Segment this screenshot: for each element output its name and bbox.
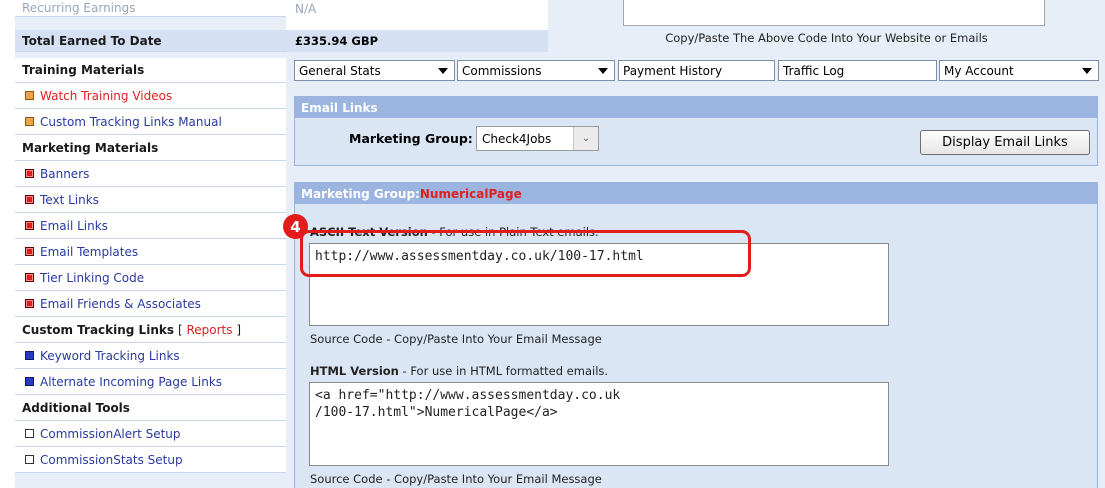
sidebar-item-email-templates[interactable]: Email Templates [15, 239, 286, 265]
marketing-group-value: Check4Jobs [482, 131, 552, 146]
training-materials-header: Training Materials [15, 58, 286, 83]
sidebar-item-banners[interactable]: Banners [15, 161, 286, 187]
sidebar-item-label: CommissionAlert Setup [40, 426, 181, 441]
sidebar-item-label: Email Templates [40, 244, 139, 259]
blue-square-icon [25, 377, 34, 386]
sidebar-item-label: Tier Linking Code [40, 270, 145, 285]
sidebar-item-alternate-incoming[interactable]: Alternate Incoming Page Links [15, 369, 286, 395]
red-square-icon [25, 247, 34, 256]
recurring-earnings-label: Recurring Earnings [15, 0, 286, 17]
sidebar-item-label: Custom Tracking Links Manual [40, 114, 222, 129]
red-square-icon [25, 273, 34, 282]
sidebar-item-label: CommissionStats Setup [40, 452, 183, 467]
tab-label: My Account [944, 63, 1014, 78]
sidebar-item-text-links[interactable]: Text Links [15, 187, 286, 213]
sidebar-item-label: Watch Training Videos [40, 88, 173, 103]
tab-label: Payment History [623, 63, 723, 78]
reports-link[interactable]: Reports [186, 323, 232, 337]
total-earned-value: £335.94 GBP [286, 30, 548, 52]
sidebar-item-commission-stats[interactable]: CommissionStats Setup [15, 447, 286, 473]
sidebar-item-commission-alert[interactable]: CommissionAlert Setup [15, 421, 286, 447]
source-note-ascii: Source Code - Copy/Paste Into Your Email… [310, 332, 602, 346]
additional-tools-header: Additional Tools [15, 395, 286, 421]
recurring-label-text: Recurring Earnings [22, 1, 136, 15]
dropdown-arrow-icon [438, 68, 448, 74]
orange-square-icon [25, 91, 34, 100]
sidebar-item-watch-training-videos[interactable]: Watch Training Videos [15, 83, 286, 109]
marketing-group-label: Marketing Group: [349, 131, 473, 146]
html-label: HTML Version [310, 364, 399, 378]
sidebar-item-email-friends[interactable]: Email Friends & Associates [15, 291, 286, 317]
step-badge: 4 [283, 214, 308, 239]
empty-square-icon [25, 455, 34, 464]
marketing-materials-header: Marketing Materials [15, 135, 286, 161]
marketing-group-panel: Marketing Group: NumericalPage ASCII Tex… [294, 182, 1098, 488]
empty-square-icon [25, 429, 34, 438]
sidebar-item-label: Keyword Tracking Links [40, 348, 180, 363]
tab-label: Commissions [462, 63, 542, 78]
copy-paste-note: Copy/Paste The Above Code Into Your Webs… [665, 31, 988, 45]
recurring-value-text: N/A [295, 2, 317, 16]
sidebar-item-label: Email Links [40, 218, 108, 233]
custom-tracking-label: Custom Tracking Links [22, 322, 174, 337]
marketing-group-title: Marketing Group: NumericalPage [295, 183, 1097, 204]
dropdown-arrow-icon [598, 68, 608, 74]
group-title-name: NumericalPage [419, 186, 522, 201]
marketing-group-select[interactable]: Check4Jobs ⌄ [476, 126, 599, 151]
sidebar: Recurring Earnings Total Earned To Date … [15, 0, 286, 488]
html-desc: - For use in HTML formatted emails. [398, 364, 609, 378]
sidebar-item-label: Text Links [40, 192, 99, 207]
red-square-icon [25, 169, 34, 178]
tab-label: General Stats [299, 63, 381, 78]
sidebar-item-label: Alternate Incoming Page Links [40, 374, 223, 389]
sidebar-item-email-links[interactable]: Email Links [15, 213, 286, 239]
red-square-icon [25, 299, 34, 308]
sidebar-item-tracking-manual[interactable]: Custom Tracking Links Manual [15, 109, 286, 135]
red-square-icon [25, 195, 34, 204]
code-textbox[interactable] [623, 0, 1045, 26]
email-links-title: Email Links [295, 97, 1097, 118]
recurring-value: N/A [286, 0, 548, 18]
dropdown-arrow-icon [1082, 68, 1092, 74]
tab-payment-history[interactable]: Payment History [618, 60, 775, 81]
tab-my-account[interactable]: My Account [939, 60, 1099, 81]
total-earned-label: Total Earned To Date [15, 30, 286, 52]
red-square-icon [25, 221, 34, 230]
blue-square-icon [25, 351, 34, 360]
chevron-down-icon[interactable]: ⌄ [573, 127, 598, 150]
tab-label: Traffic Log [783, 63, 845, 78]
html-version-label: HTML Version - For use in HTML formatted… [310, 364, 608, 378]
html-code-textarea[interactable]: <a href="http://www.assessmentday.co.uk … [309, 382, 889, 466]
orange-square-icon [25, 117, 34, 126]
tab-general-stats[interactable]: General Stats [294, 60, 455, 81]
tab-commissions[interactable]: Commissions [457, 60, 615, 81]
source-note-html: Source Code - Copy/Paste Into Your Email… [310, 472, 602, 486]
custom-tracking-header: Custom Tracking Links[ Reports ] [15, 317, 286, 343]
sidebar-item-label: Email Friends & Associates [40, 296, 201, 311]
sidebar-item-label: Banners [40, 166, 90, 181]
sidebar-item-keyword-tracking[interactable]: Keyword Tracking Links [15, 343, 286, 369]
highlight-box [300, 230, 751, 277]
display-email-links-button[interactable]: Display Email Links [920, 130, 1090, 155]
email-links-panel: Email Links Marketing Group: Check4Jobs … [294, 96, 1098, 166]
sidebar-item-tier-linking[interactable]: Tier Linking Code [15, 265, 286, 291]
group-title-prefix: Marketing Group: [301, 186, 420, 201]
tab-traffic-log[interactable]: Traffic Log [778, 60, 937, 81]
